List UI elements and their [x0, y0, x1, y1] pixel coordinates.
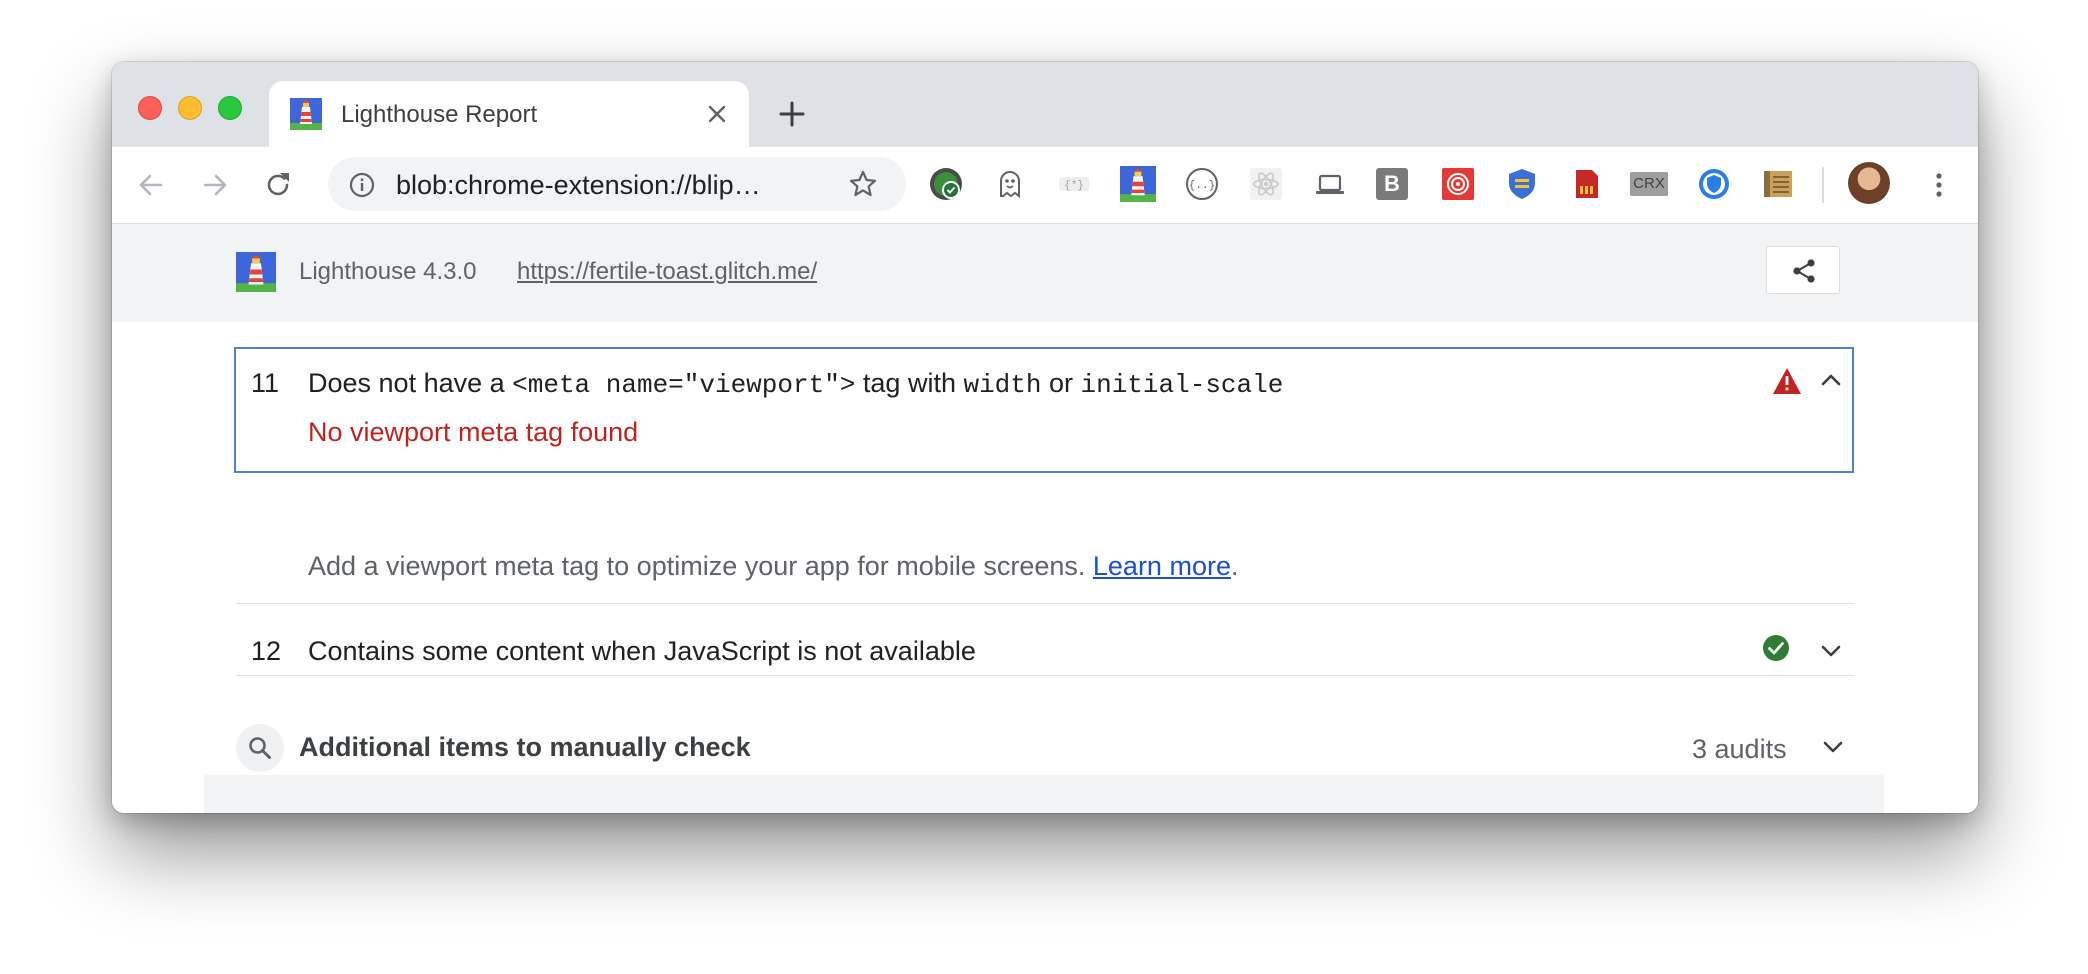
tab-title: Lighthouse Report: [341, 101, 538, 128]
green-check-extension-icon[interactable]: [928, 166, 964, 202]
audit-12-row[interactable]: 12 Contains some content when JavaScript…: [234, 604, 1854, 676]
browser-window: Lighthouse Report blob:chrome-extension:…: [112, 62, 1978, 813]
audit-title: Does not have a <meta name="viewport"> t…: [308, 368, 1284, 400]
info-icon[interactable]: [348, 171, 376, 199]
b-extension-icon[interactable]: B: [1376, 168, 1408, 200]
lighthouse-logo-icon: [236, 252, 276, 292]
audit-11-header[interactable]: 11 Does not have a <meta name="viewport"…: [234, 347, 1854, 473]
warning-triangle-icon: [1773, 368, 1801, 394]
browser-toolbar: blob:chrome-extension://blip… {*} {..} B…: [112, 147, 1978, 224]
address-bar[interactable]: blob:chrome-extension://blip…: [328, 157, 906, 211]
pass-check-icon: [1763, 635, 1789, 661]
audit-number: 12: [251, 636, 282, 666]
blue-shield-extension-icon[interactable]: [1696, 166, 1732, 202]
back-arrow-icon[interactable]: [135, 169, 167, 201]
manual-checks-title: Additional items to manually check: [299, 732, 751, 762]
crx-extension-icon[interactable]: CRX: [1630, 172, 1668, 196]
chevron-up-icon[interactable]: [1820, 373, 1842, 387]
manual-audit-count: 3 audits: [1692, 734, 1787, 764]
audit-title: Contains some content when JavaScript is…: [308, 636, 976, 666]
react-extension-icon[interactable]: [1248, 166, 1284, 202]
chevron-down-icon[interactable]: [1820, 644, 1842, 658]
share-button[interactable]: [1766, 246, 1840, 294]
more-menu-icon[interactable]: [1924, 169, 1954, 201]
close-icon[interactable]: [705, 102, 729, 126]
asterisk-extension-icon[interactable]: {*}: [1056, 166, 1092, 202]
tab-strip: Lighthouse Report: [112, 62, 1978, 147]
url-text[interactable]: blob:chrome-extension://blip…: [396, 170, 761, 201]
bookmark-star-icon[interactable]: [848, 169, 878, 199]
chevron-down-icon[interactable]: [1822, 740, 1844, 754]
ghost-extension-icon[interactable]: [992, 166, 1028, 202]
page-content: Lighthouse 4.3.0 https://fertile-toast.g…: [112, 224, 1978, 813]
report-url-link[interactable]: https://fertile-toast.glitch.me/: [517, 258, 817, 286]
json-braces-extension-icon[interactable]: {..}: [1184, 166, 1220, 202]
audit-number: 11: [251, 368, 280, 398]
svg-text:{*}: {*}: [1064, 180, 1084, 192]
tab-lighthouse-report[interactable]: Lighthouse Report: [269, 81, 749, 147]
profile-avatar[interactable]: [1848, 162, 1890, 204]
notebook-extension-icon[interactable]: [1760, 166, 1796, 202]
search-icon: [236, 724, 284, 772]
lighthouse-topbar: Lighthouse 4.3.0 https://fertile-toast.g…: [112, 224, 1978, 322]
toolbar-separator: [1822, 167, 1824, 203]
sd-card-extension-icon[interactable]: [1568, 166, 1604, 202]
close-window-button[interactable]: [138, 96, 162, 120]
reload-icon[interactable]: [262, 169, 294, 201]
shield-extension-icon[interactable]: [1504, 166, 1540, 202]
svg-text:{..}: {..}: [1189, 180, 1215, 192]
forward-arrow-icon[interactable]: [199, 169, 231, 201]
lighthouse-extension-icon[interactable]: [1120, 166, 1156, 202]
lighthouse-version: Lighthouse 4.3.0: [299, 258, 477, 285]
minimize-window-button[interactable]: [178, 96, 202, 120]
audit-divider: [236, 675, 1854, 676]
share-icon: [1793, 259, 1815, 283]
audit-11-description: Add a viewport meta tag to optimize your…: [308, 551, 1239, 581]
lighthouse-icon: [290, 98, 322, 130]
learn-more-link[interactable]: Learn more: [1093, 551, 1231, 581]
report-footer-band: [204, 775, 1884, 813]
audit-fail-text: No viewport meta tag found: [308, 417, 639, 447]
new-tab-plus-icon[interactable]: [776, 98, 808, 130]
zoom-window-button[interactable]: [218, 96, 242, 120]
laptop-extension-icon[interactable]: [1312, 166, 1348, 202]
red-spiral-extension-icon[interactable]: [1440, 166, 1476, 202]
